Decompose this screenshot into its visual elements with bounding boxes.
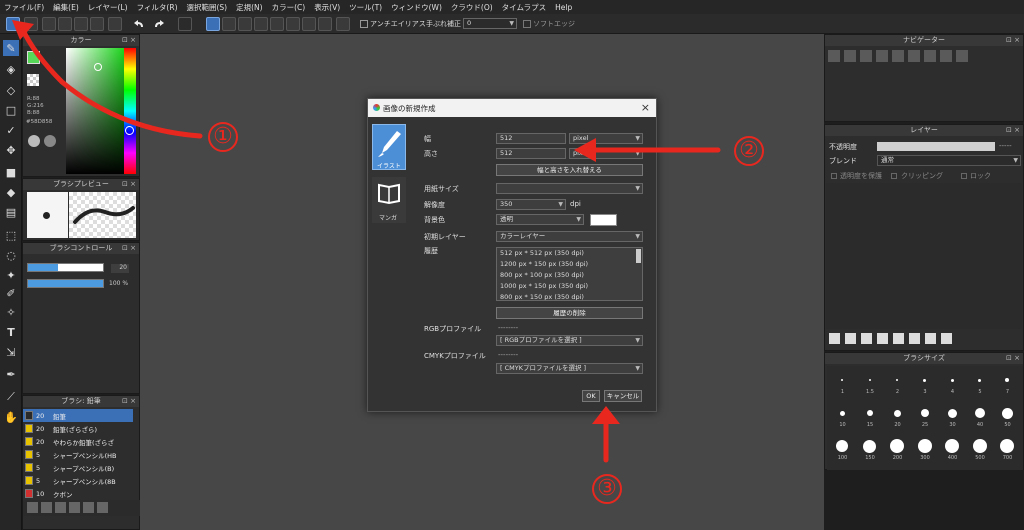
- annotation-arrows: [12, 20, 721, 463]
- annotation-two: ②: [734, 136, 764, 166]
- annotation-three: ③: [592, 474, 622, 504]
- annotation-one: ①: [208, 122, 238, 152]
